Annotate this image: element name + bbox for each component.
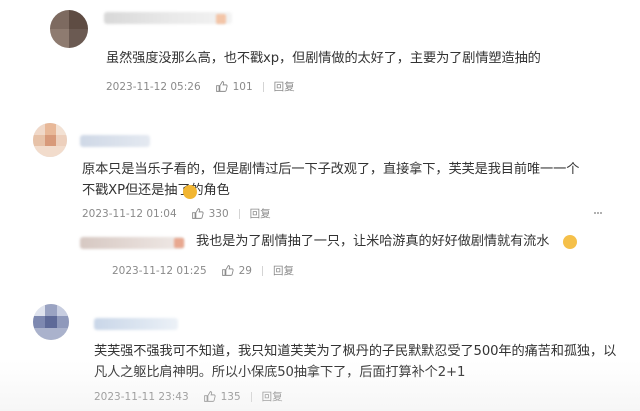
comment-1: 虽然强度没那么高，也不戳xp，但剧情做的太好了，主要为了剧情塑造抽的 2023-…: [0, 0, 640, 105]
more-dots-icon[interactable]: [592, 207, 604, 219]
thumbs-up-icon: [203, 391, 216, 402]
like-button[interactable]: 101: [215, 80, 253, 93]
comment-timestamp: 2023-11-12 01:04: [82, 207, 177, 220]
username-blurred[interactable]: [80, 135, 150, 147]
thumbs-up-icon: [215, 81, 228, 92]
like-count: 101: [232, 80, 253, 93]
like-button[interactable]: 330: [191, 207, 229, 220]
comment-timestamp: 2023-11-11 23:43: [94, 390, 189, 403]
reply-button[interactable]: 回复: [274, 79, 295, 94]
reply-button[interactable]: 回复: [250, 206, 271, 221]
avatar[interactable]: [50, 10, 88, 48]
comment-3: 芙芙强不强我可不知道，我只知道芙芙为了枫丹的子民默默忍受了500年的痛苦和孤独，…: [0, 300, 640, 411]
divider: [262, 265, 263, 276]
divider: [238, 208, 240, 219]
divider: [262, 81, 264, 92]
like-count: 135: [220, 390, 241, 403]
username-blurred[interactable]: [104, 12, 232, 24]
thumbs-up-icon: [221, 265, 234, 276]
comment-text: 芙芙强不强我可不知道，我只知道芙芙为了枫丹的子民默默忍受了500年的痛苦和孤独，…: [94, 344, 617, 380]
comment-meta: 2023-11-11 23:43 135 回复: [94, 389, 283, 404]
comment-text: 虽然强度没那么高，也不戳xp，但剧情做的太好了，主要为了剧情塑造抽的: [106, 51, 541, 66]
avatar[interactable]: [33, 123, 67, 157]
like-button[interactable]: 29: [221, 264, 252, 277]
thumbs-up-icon: [191, 208, 204, 219]
emoji-icon: [183, 185, 197, 199]
like-count: 29: [238, 264, 252, 277]
user-badge-blurred: [174, 238, 184, 248]
comment-meta: 2023-11-12 01:04 330 回复: [82, 206, 271, 221]
comment-timestamp: 2023-11-12 05:26: [106, 80, 201, 93]
avatar[interactable]: [33, 304, 69, 340]
like-button[interactable]: 135: [203, 390, 241, 403]
comment-text: 原本只是当乐子看的，但是剧情过后一下子改观了，直接拿下，芙芙是我目前唯一一个不戳…: [82, 162, 580, 198]
emoji-icon: [563, 235, 577, 249]
reply-timestamp: 2023-11-12 01:25: [112, 264, 207, 277]
reply-meta: 2023-11-12 01:25 29 回复: [112, 263, 294, 278]
reply-button[interactable]: 回复: [262, 389, 283, 404]
username-blurred[interactable]: [94, 318, 178, 330]
username-blurred[interactable]: [80, 237, 184, 249]
comment-meta: 2023-11-12 05:26 101 回复: [106, 79, 295, 94]
comment-2: 原本只是当乐子看的，但是剧情过后一下子改观了，直接拿下，芙芙是我目前唯一一个不戳…: [0, 115, 640, 290]
reply-button[interactable]: 回复: [273, 263, 294, 278]
like-count: 330: [208, 207, 229, 220]
user-badge-blurred: [216, 14, 226, 24]
divider: [250, 391, 252, 402]
reply-item: 我也是为了剧情抽了一只，让米哈游真的好好做剧情就有流水 2023-11-12 0…: [78, 233, 640, 283]
